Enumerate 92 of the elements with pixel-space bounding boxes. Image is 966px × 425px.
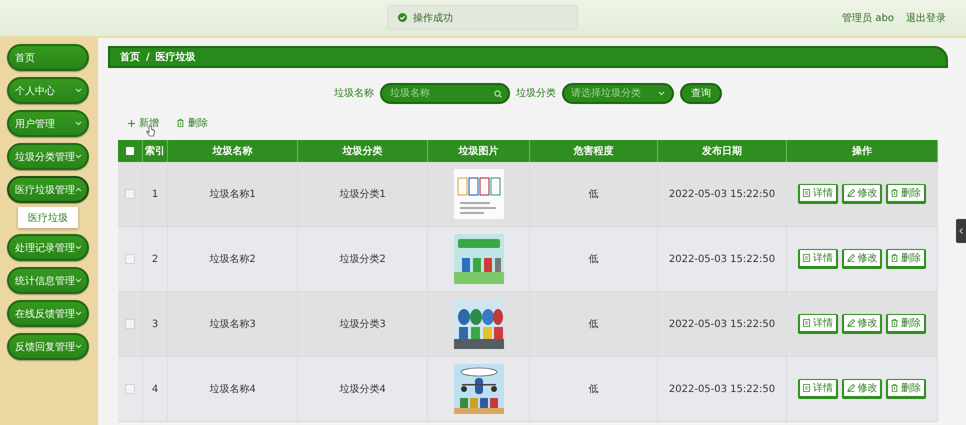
table-cell: 2022-05-03 15:22:50 bbox=[668, 188, 776, 200]
chevron-icon bbox=[75, 278, 82, 283]
column-header: 操作 bbox=[852, 144, 872, 158]
row-checkbox[interactable] bbox=[125, 319, 135, 329]
delete-button[interactable]: 删除 bbox=[177, 116, 208, 130]
chevron-icon bbox=[75, 311, 82, 316]
add-button[interactable]: 新增 bbox=[128, 116, 159, 130]
table-cell-text: 垃圾分类2 bbox=[339, 252, 386, 266]
edit-button[interactable]: 修改 bbox=[842, 249, 882, 269]
edit-button[interactable]: 修改 bbox=[842, 184, 882, 204]
document-icon bbox=[803, 254, 810, 262]
table-cell: 2022-05-03 15:22:50 bbox=[668, 384, 776, 394]
pencil-icon bbox=[846, 384, 854, 392]
document-icon bbox=[803, 319, 810, 327]
sidebar-item[interactable]: 个人中心 bbox=[7, 77, 89, 104]
select-all-checkbox[interactable] bbox=[126, 147, 134, 155]
column-header: 发布日期 bbox=[702, 144, 742, 158]
table-cell-text: 低 bbox=[588, 383, 598, 396]
trash-icon bbox=[891, 254, 898, 262]
row-checkbox[interactable] bbox=[125, 254, 135, 264]
edit-button[interactable]: 修改 bbox=[842, 379, 882, 399]
sidebar-item[interactable]: 首页 bbox=[7, 44, 89, 71]
breadcrumb-separator: / bbox=[146, 52, 150, 62]
submenu-item[interactable]: 医疗垃圾 bbox=[18, 207, 78, 228]
column-header: 垃圾图片 bbox=[458, 144, 498, 158]
table-cell-text: 垃圾名称4 bbox=[209, 382, 256, 396]
column-header: 危害程度 bbox=[574, 144, 614, 158]
sidebar-item[interactable]: 垃圾分类管理 bbox=[7, 143, 89, 170]
delete-button[interactable]: 删除 bbox=[886, 314, 926, 334]
table-cell: 2 bbox=[152, 254, 158, 264]
logout-link[interactable]: 退出登录 bbox=[906, 11, 946, 25]
success-icon bbox=[398, 13, 407, 22]
chevron-icon bbox=[658, 90, 665, 96]
document-icon bbox=[803, 384, 810, 392]
details-button[interactable]: 详情 bbox=[798, 249, 838, 269]
plus-icon bbox=[128, 120, 135, 126]
chevron-icon bbox=[75, 88, 82, 93]
column-header: 垃圾分类 bbox=[342, 144, 382, 158]
trash-icon bbox=[891, 319, 898, 327]
details-button[interactable]: 详情 bbox=[798, 184, 838, 204]
chevron-icon bbox=[75, 187, 82, 192]
search-icon bbox=[494, 90, 502, 98]
table-cell-text: 垃圾名称2 bbox=[209, 252, 256, 266]
details-button[interactable]: 详情 bbox=[798, 314, 838, 334]
table-cell: 3 bbox=[152, 318, 158, 330]
row-checkbox[interactable] bbox=[125, 189, 135, 199]
chevron-icon bbox=[75, 344, 82, 349]
table-cell: 4 bbox=[152, 384, 158, 394]
sidebar-item[interactable]: 反馈回复管理 bbox=[7, 333, 89, 360]
delete-button[interactable]: 删除 bbox=[886, 249, 926, 269]
toast-message: 操作成功 bbox=[413, 12, 453, 24]
table-cell-text: 垃圾名称3 bbox=[209, 318, 256, 331]
chevron-icon bbox=[75, 154, 82, 159]
table-cell: 2022-05-03 15:22:50 bbox=[668, 318, 776, 330]
table-cell-text: 垃圾名称1 bbox=[209, 188, 256, 201]
table-cell-text: 垃圾分类3 bbox=[339, 318, 386, 331]
pencil-icon bbox=[846, 254, 854, 262]
table-cell-text: 低 bbox=[588, 318, 598, 331]
chevron-icon bbox=[75, 245, 82, 250]
column-header: 索引 bbox=[145, 144, 165, 158]
table-cell-text: 垃圾分类1 bbox=[339, 188, 386, 201]
pencil-icon bbox=[846, 319, 854, 327]
pencil-icon bbox=[846, 189, 854, 197]
document-icon bbox=[803, 189, 810, 197]
delete-button[interactable]: 删除 bbox=[886, 379, 926, 399]
sidebar-item[interactable]: 医疗垃圾管理 bbox=[7, 176, 89, 203]
field-label: 垃圾名称 bbox=[334, 86, 374, 100]
table-cell-text: 低 bbox=[588, 253, 598, 266]
name-search-field[interactable]: 垃圾名称 bbox=[380, 82, 510, 104]
table-cell-text: 低 bbox=[588, 188, 598, 201]
details-button[interactable]: 详情 bbox=[798, 379, 838, 399]
collapse-icon[interactable] bbox=[959, 228, 963, 234]
column-header: 垃圾名称 bbox=[212, 144, 252, 158]
trash-icon bbox=[891, 384, 898, 392]
table-cell-text: 垃圾分类4 bbox=[339, 382, 386, 396]
trash-icon bbox=[891, 189, 898, 197]
sidebar-item[interactable]: 处理记录管理 bbox=[7, 234, 89, 261]
field-label: 垃圾分类 bbox=[516, 86, 556, 100]
sidebar-item[interactable]: 统计信息管理 bbox=[7, 267, 89, 294]
sidebar-item[interactable]: 在线反馈管理 bbox=[7, 300, 89, 327]
user-name: 管理员 abo bbox=[842, 12, 894, 25]
row-checkbox[interactable] bbox=[125, 384, 135, 394]
breadcrumb-item[interactable]: 首页 bbox=[120, 50, 140, 64]
table-cell: 1 bbox=[152, 188, 158, 200]
trash-icon bbox=[177, 119, 184, 127]
edit-button[interactable]: 修改 bbox=[842, 314, 882, 334]
sidebar-item[interactable]: 用户管理 bbox=[7, 110, 89, 137]
delete-button[interactable]: 删除 bbox=[886, 184, 926, 204]
query-button[interactable]: 查询 bbox=[680, 82, 722, 104]
breadcrumb-item: 医疗垃圾 bbox=[156, 50, 196, 64]
chevron-icon bbox=[75, 121, 82, 126]
table-cell: 2022-05-03 15:22:50 bbox=[668, 254, 776, 264]
